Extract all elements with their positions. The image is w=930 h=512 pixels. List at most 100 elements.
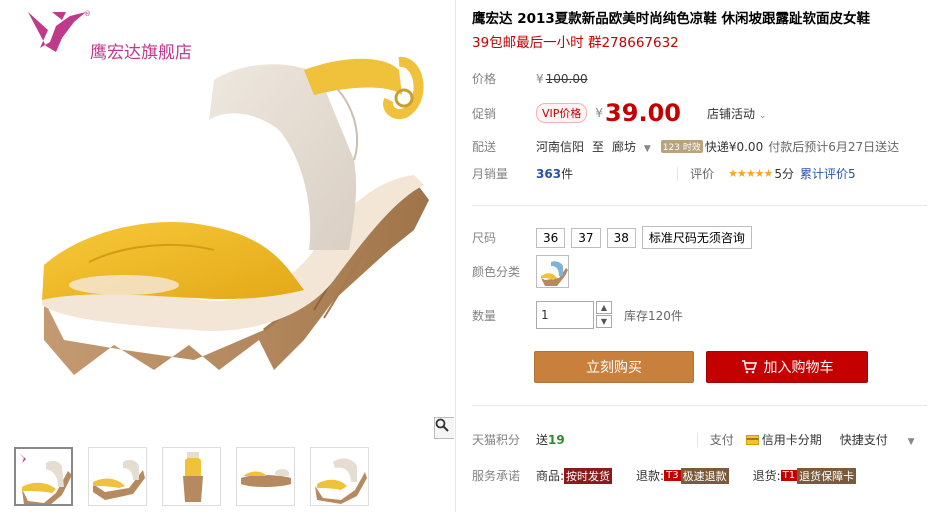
store-logo: ® 鹰宏达旗舰店	[26, 8, 216, 63]
thumbnail-image	[241, 469, 291, 487]
delivery-to: 廊坊	[612, 140, 637, 154]
product-subtitle: 39包邮最后一小时 群278667632	[472, 35, 679, 51]
service-return-prefix: 退货:	[752, 469, 781, 483]
price-label: 价格	[472, 72, 497, 86]
original-price: 100.00	[545, 71, 588, 86]
brand-mark-icon: ®	[28, 10, 91, 52]
on-time-ship-badge[interactable]: 按时发货	[564, 467, 613, 484]
gallery-divider	[455, 0, 456, 512]
color-row: 颜色分类	[472, 255, 569, 288]
service-refund-prefix: 退款:	[636, 469, 665, 483]
delivery-label: 配送	[472, 140, 497, 154]
rating-label: 评价	[690, 167, 715, 181]
return-guarantee-badge[interactable]: 退货保障卡	[797, 467, 857, 484]
points-divider	[696, 432, 698, 447]
service-goods-prefix: 商品:	[536, 469, 565, 483]
sales-row: 月销量 363 件 评价 ★★★★★ 5分 累计评价5	[472, 165, 856, 182]
buy-now-button[interactable]: 立刻购买	[534, 351, 694, 383]
delivery-row: 配送 河南信阳 至 廊坊 ▼ 123 时效 快递¥0.00 付款后预计6月27日…	[472, 138, 899, 155]
delivery-time-tag: 123 时效	[660, 140, 703, 153]
points-value: 19	[548, 432, 565, 447]
credit-card-option[interactable]: 信用卡分期	[745, 431, 822, 448]
promo-row: 促销 VIP价格 ¥ 39.00 店铺活动 ⌄	[472, 99, 766, 127]
promo-price: 39.00	[605, 99, 681, 127]
chevron-up-icon: ▲	[600, 303, 608, 312]
return-t-badge: T1	[780, 470, 798, 481]
fast-refund-badge[interactable]: 极速退款	[680, 467, 729, 484]
thumbnail-strip	[14, 447, 369, 506]
store-activity-label: 店铺活动	[706, 106, 755, 121]
service-label: 服务承诺	[472, 469, 521, 483]
delivery-to-word: 至	[592, 140, 605, 154]
thumbnail-1[interactable]	[14, 447, 73, 506]
size-note-option[interactable]: 标准尺码无须咨询	[641, 226, 752, 249]
section-divider	[472, 405, 927, 406]
add-to-cart-button[interactable]: 加入购物车	[706, 351, 868, 383]
size-row: 尺码 36 37 38 标准尺码无须咨询	[472, 226, 758, 249]
thumbnail-3[interactable]	[162, 447, 221, 506]
price-currency: ¥	[536, 71, 544, 86]
size-label: 尺码	[472, 231, 497, 245]
size-option-37[interactable]: 37	[571, 227, 601, 248]
product-detail-panel: 鹰宏达 2013夏款新品欧美时尚纯色凉鞋 休闲坡跟露趾软面皮女鞋 39包邮最后一…	[472, 0, 927, 512]
magnifier-icon	[435, 418, 449, 432]
stock-text: 库存120件	[624, 308, 683, 323]
points-send: 送	[536, 433, 549, 447]
quick-pay-option[interactable]: 快捷支付 ▼	[840, 431, 915, 448]
quantity-label: 数量	[472, 308, 497, 323]
caret-down-icon: ▼	[907, 437, 915, 447]
delivery-destination-select[interactable]: 廊坊 ▼	[612, 138, 661, 155]
quantity-row: 数量 ▲ ▼ 库存120件	[472, 301, 683, 329]
delivery-express: 快递¥0.00	[704, 140, 764, 154]
points-row: 天猫积分 送 19 支付 信用卡分期 快捷支付 ▼	[472, 431, 915, 448]
vip-price-badge: VIP价格	[536, 103, 588, 123]
refund-t-badge: T3	[664, 470, 681, 481]
delivery-note: 付款后预计6月27日送达	[768, 140, 900, 154]
thumbnail-image	[19, 453, 71, 504]
add-to-cart-label: 加入购物车	[763, 360, 834, 376]
review-count-link[interactable]: 累计评价5	[800, 165, 856, 182]
buy-now-label: 立刻购买	[586, 360, 642, 376]
thumbnail-2[interactable]	[88, 447, 147, 506]
quantity-increase-button[interactable]: ▲	[596, 301, 612, 314]
product-title: 鹰宏达 2013夏款新品欧美时尚纯色凉鞋 休闲坡跟露趾软面皮女鞋	[472, 11, 870, 27]
thumbnail-image	[183, 452, 203, 502]
rating-score: 5分	[774, 167, 795, 181]
cart-icon	[741, 360, 757, 374]
sales-unit: 件	[561, 167, 574, 181]
quantity-input[interactable]	[536, 301, 594, 329]
color-swatch-image	[541, 261, 568, 286]
product-gallery: ® 鹰宏达旗舰店	[0, 0, 455, 512]
color-swatch[interactable]	[536, 255, 569, 288]
size-option-36[interactable]: 36	[536, 227, 566, 248]
credit-card-icon	[745, 434, 759, 445]
chevron-down-icon: ▼	[600, 317, 608, 326]
promo-label: 促销	[472, 106, 497, 121]
quantity-decrease-button[interactable]: ▼	[596, 315, 612, 328]
section-divider	[472, 205, 927, 206]
points-label: 天猫积分	[472, 433, 521, 447]
sales-label: 月销量	[472, 167, 509, 181]
sales-count: 363	[536, 166, 562, 181]
rating-stars-icon: ★★★★★	[728, 167, 773, 180]
main-product-image[interactable]: ® 鹰宏达旗舰店	[4, 0, 454, 440]
quantity-stepper: ▲ ▼	[596, 301, 612, 329]
sales-divider	[677, 166, 679, 181]
service-row: 服务承诺 商品: 按时发货 退款: T3 极速退款 退货: T1 退货保障卡	[472, 467, 857, 484]
color-label: 颜色分类	[472, 265, 521, 279]
thumbnail-image	[93, 459, 145, 500]
credit-card-label: 信用卡分期	[761, 433, 822, 447]
store-name: 鹰宏达旗舰店	[90, 43, 192, 63]
thumbnail-4[interactable]	[236, 447, 295, 506]
promo-currency: ¥	[595, 106, 604, 120]
chevron-down-icon: ⌄	[758, 110, 767, 121]
payment-label: 支付	[709, 433, 734, 447]
zoom-button[interactable]	[434, 417, 454, 439]
thumbnail-image	[315, 458, 367, 504]
price-row: 价格 ¥ 100.00	[472, 70, 588, 87]
store-activity-dropdown[interactable]: 店铺活动 ⌄	[707, 105, 766, 122]
delivery-from: 河南信阳	[536, 140, 585, 154]
thumbnail-5[interactable]	[310, 447, 369, 506]
quick-pay-label: 快捷支付	[839, 433, 888, 447]
size-option-38[interactable]: 38	[606, 227, 636, 248]
